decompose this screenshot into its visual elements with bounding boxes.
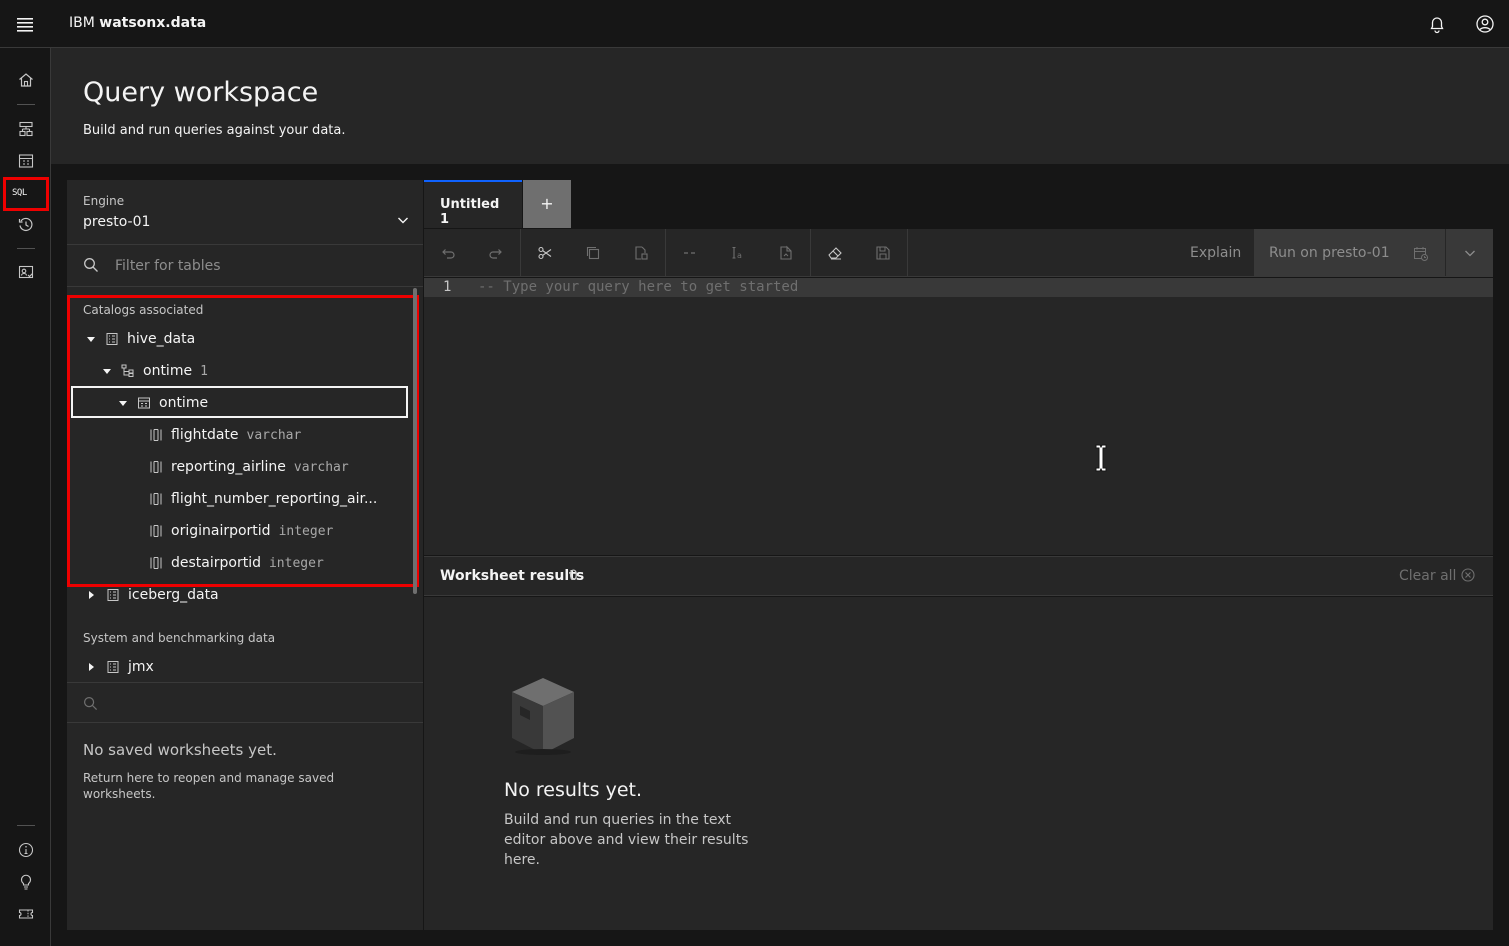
close-circle-icon[interactable] — [1460, 567, 1476, 583]
brand-name: watsonx.data — [99, 15, 207, 31]
run-options-dropdown[interactable] — [1446, 229, 1493, 277]
brand-prefix: IBM — [69, 15, 95, 31]
system-section-label: System and benchmarking data — [83, 631, 276, 645]
add-tab-button[interactable]: + — [523, 180, 571, 228]
rail-divider — [17, 248, 35, 249]
side-nav-rail: SQL — [0, 48, 51, 946]
paste-icon[interactable] — [632, 244, 650, 262]
cut-icon[interactable] — [536, 244, 554, 262]
editor-placeholder: -- Type your query here to get started — [478, 279, 799, 295]
no-results-title: No results yet. — [504, 779, 642, 801]
page-title: Query workspace — [83, 77, 319, 108]
lightbulb-icon[interactable] — [17, 873, 35, 891]
tree-item-jmx[interactable]: jmx — [87, 651, 154, 683]
sql-icon[interactable]: SQL — [12, 188, 27, 198]
info-icon[interactable] — [17, 841, 35, 859]
text-cursor-icon — [1095, 444, 1107, 472]
data-manager-icon[interactable] — [17, 152, 35, 170]
results-body — [424, 597, 1493, 930]
schedule-icon[interactable] — [1412, 245, 1430, 263]
panel-divider — [67, 244, 423, 245]
catalog-highlight-box — [67, 295, 419, 587]
home-icon[interactable] — [17, 71, 35, 89]
caret-right-icon[interactable] — [89, 591, 94, 599]
rail-divider — [17, 104, 35, 105]
panel-divider — [67, 286, 423, 287]
run-button-label: Run on presto-01 — [1269, 245, 1390, 261]
results-title: Worksheet results — [440, 568, 585, 584]
results-count: 0 — [569, 568, 578, 584]
query-history-icon[interactable] — [17, 216, 35, 234]
menu-icon[interactable] — [14, 14, 36, 34]
rail-divider — [17, 825, 35, 826]
tree-scrollbar[interactable] — [411, 288, 419, 594]
access-control-icon[interactable] — [17, 264, 35, 282]
panel-divider — [67, 722, 423, 723]
search-icon[interactable] — [83, 696, 98, 711]
explain-button[interactable]: Explain — [1190, 245, 1241, 261]
worksheets-empty-title: No saved worksheets yet. — [83, 741, 277, 759]
product-name[interactable]: IBM watsonx.data — [69, 15, 206, 31]
erase-icon[interactable] — [826, 244, 844, 262]
format-icon[interactable]: a — [729, 244, 747, 262]
tab-untitled-1[interactable]: Untitled 1 — [424, 180, 522, 228]
panel-divider — [67, 682, 423, 683]
sql-editor[interactable] — [424, 278, 1493, 555]
toolbar-divider — [665, 229, 666, 277]
notification-icon[interactable] — [1425, 12, 1449, 36]
chevron-down-icon — [1465, 250, 1475, 257]
tree-item-label: iceberg_data — [128, 587, 219, 603]
svg-text:a: a — [737, 251, 742, 260]
top-header: IBM watsonx.data — [0, 0, 1509, 48]
toolbar-divider — [907, 229, 908, 277]
toolbar-divider — [520, 229, 521, 277]
user-avatar-icon[interactable] — [1473, 12, 1497, 36]
undo-icon[interactable] — [439, 244, 457, 262]
save-icon[interactable] — [874, 244, 892, 262]
results-header — [424, 556, 1493, 596]
comment-icon[interactable] — [681, 244, 699, 262]
tree-item-iceberg-data[interactable]: iceberg_data — [87, 579, 219, 611]
caret-right-icon[interactable] — [89, 663, 94, 671]
line-number: 1 — [443, 279, 452, 295]
engine-dropdown[interactable]: presto-01 — [83, 214, 150, 230]
toolbar-divider — [810, 229, 811, 277]
infrastructure-icon[interactable] — [17, 120, 35, 138]
paste-special-icon[interactable] — [777, 244, 795, 262]
engine-label: Engine — [83, 194, 125, 208]
page-header: Query workspace Build and run queries ag… — [51, 48, 1509, 164]
no-results-desc: Build and run queries in the text editor… — [504, 812, 749, 868]
worksheets-empty-desc: Return here to reopen and manage saved w… — [83, 771, 335, 801]
chevron-down-icon[interactable] — [396, 213, 410, 227]
catalog-icon — [107, 661, 119, 673]
clear-all-button[interactable]: Clear all — [1399, 568, 1456, 584]
ticket-icon[interactable] — [17, 905, 35, 923]
redo-icon[interactable] — [487, 244, 505, 262]
copy-icon[interactable] — [584, 244, 602, 262]
filter-tables-input[interactable] — [115, 256, 405, 276]
tree-item-label: jmx — [128, 659, 154, 675]
page-subtitle: Build and run queries against your data. — [83, 123, 346, 138]
catalog-icon — [107, 589, 119, 601]
search-icon — [84, 258, 98, 272]
scrollbar-thumb[interactable] — [413, 288, 417, 594]
empty-box-illustration — [512, 678, 574, 755]
